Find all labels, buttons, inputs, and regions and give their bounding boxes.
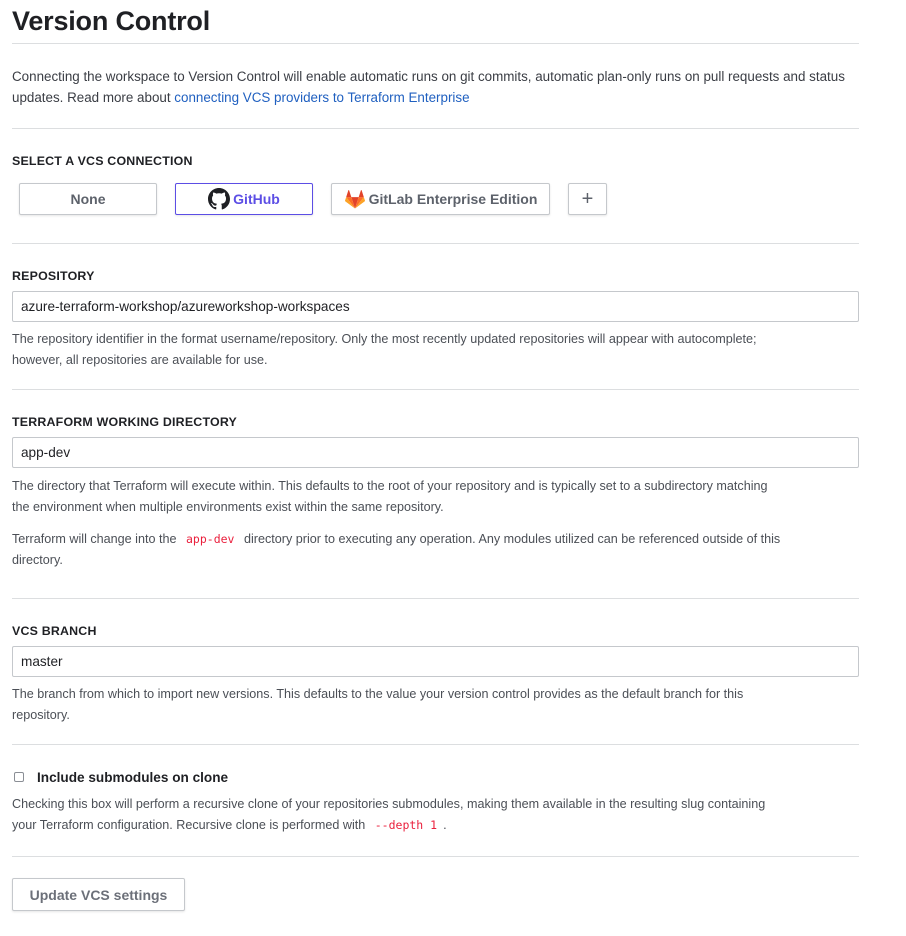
vcs-option-gitlab-button[interactable]: GitLab Enterprise Edition: [331, 183, 550, 215]
working-directory-note: Terraform will change into the app-dev d…: [12, 532, 781, 567]
working-directory-help: The directory that Terraform will execut…: [12, 479, 768, 514]
divider: [12, 389, 859, 390]
repository-help: The repository identifier in the format …: [12, 332, 757, 367]
working-directory-label: TERRAFORM WORKING DIRECTORY: [12, 415, 237, 429]
page-title: Version Control: [12, 6, 211, 36]
repository-label: REPOSITORY: [12, 269, 95, 283]
submodules-checkbox[interactable]: [14, 772, 24, 782]
vcs-branch-label: VCS BRANCH: [12, 624, 97, 638]
repository-input[interactable]: [12, 291, 859, 322]
plus-icon: +: [581, 187, 594, 210]
divider: [12, 128, 859, 129]
vcs-branch-help: The branch from which to import new vers…: [12, 687, 744, 722]
divider: [12, 243, 859, 244]
divider: [12, 598, 859, 599]
vcs-option-github-button[interactable]: GitHub: [175, 183, 313, 215]
vcs-connection-label: SELECT A VCS CONNECTION: [12, 154, 193, 168]
divider: [12, 43, 859, 44]
divider: [12, 856, 859, 857]
gitlab-icon: [344, 188, 366, 210]
vcs-option-none-button[interactable]: None: [19, 183, 157, 215]
depth-code: --depth 1: [374, 818, 438, 832]
vcs-connection-options: None GitHub GitLab Enterprise Edition +: [12, 183, 859, 217]
vcs-branch-input[interactable]: [12, 646, 859, 677]
vcs-providers-link[interactable]: connecting VCS providers to Terraform En…: [174, 90, 469, 105]
github-icon: [208, 188, 231, 210]
working-directory-code: app-dev: [186, 532, 235, 546]
submodules-help: Checking this box will perform a recursi…: [12, 797, 766, 832]
add-vcs-connection-button[interactable]: +: [568, 183, 607, 215]
working-directory-input[interactable]: [12, 437, 859, 468]
submodules-option[interactable]: Include submodules on clone: [12, 767, 228, 787]
submodules-label: Include submodules on clone: [37, 769, 229, 785]
divider: [12, 744, 859, 745]
update-vcs-settings-button[interactable]: Update VCS settings: [12, 878, 185, 911]
intro-text: Connecting the workspace to Version Cont…: [12, 69, 845, 105]
